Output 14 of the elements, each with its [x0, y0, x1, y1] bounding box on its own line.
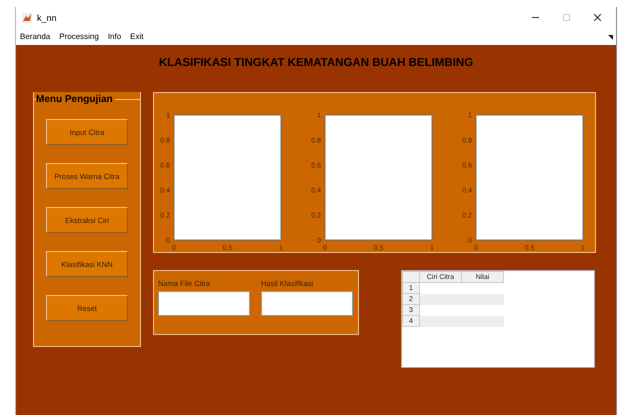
- close-icon[interactable]: [594, 14, 600, 21]
- app-icon: [22, 12, 32, 22]
- panel-title: Menu Pengujian: [36, 94, 115, 105]
- menu-item[interactable]: Info: [108, 32, 122, 41]
- minimize-icon[interactable]: [532, 17, 538, 18]
- input-field[interactable]: [261, 291, 353, 316]
- input-field[interactable]: [158, 291, 250, 316]
- app-heading: KLASIFIKASI TINGKAT KEMATANGAN BUAH BELIMBING: [158, 57, 474, 69]
- corner-cell: [402, 272, 420, 282]
- menu-item[interactable]: Exit: [130, 32, 144, 41]
- menu-item[interactable]: Beranda: [20, 32, 50, 41]
- window-title: k_nn: [37, 12, 58, 22]
- menu-item[interactable]: Processing: [59, 32, 99, 41]
- toolbar-arrow-icon[interactable]: [608, 35, 613, 40]
